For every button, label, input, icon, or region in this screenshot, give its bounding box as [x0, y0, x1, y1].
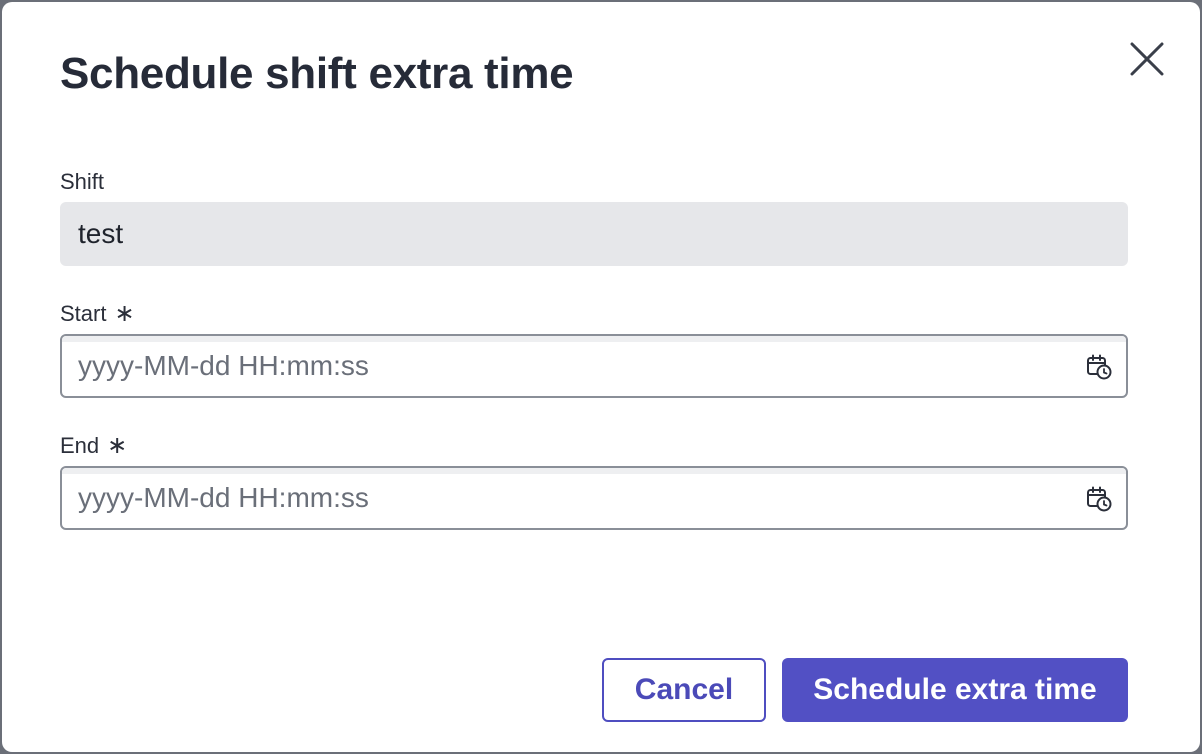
- required-marker: ∗: [114, 300, 135, 327]
- calendar-clock-icon[interactable]: [1086, 354, 1112, 380]
- cancel-button[interactable]: Cancel: [602, 658, 766, 722]
- end-date-input[interactable]: [62, 468, 1126, 528]
- dialog-title: Schedule shift extra time: [60, 49, 574, 98]
- start-label-text: Start: [60, 301, 107, 326]
- calendar-clock-icon[interactable]: [1086, 486, 1112, 512]
- close-button[interactable]: [1124, 36, 1170, 82]
- required-marker: ∗: [107, 432, 128, 459]
- schedule-extra-time-dialog: Schedule shift extra time Shift test Sta…: [2, 2, 1200, 752]
- end-label-text: End: [60, 433, 100, 458]
- end-date-field: [60, 466, 1128, 530]
- schedule-extra-time-button[interactable]: Schedule extra time: [782, 658, 1128, 722]
- start-date-input[interactable]: [62, 336, 1126, 396]
- shift-label-text: Shift: [60, 169, 105, 194]
- start-date-field: [60, 334, 1128, 398]
- shift-label: Shift: [60, 169, 104, 195]
- shift-readonly-field: test: [60, 202, 1128, 266]
- start-label: Start ∗: [60, 301, 135, 327]
- shift-value-text: test: [78, 218, 124, 249]
- close-icon: [1130, 42, 1164, 76]
- end-label: End ∗: [60, 433, 127, 459]
